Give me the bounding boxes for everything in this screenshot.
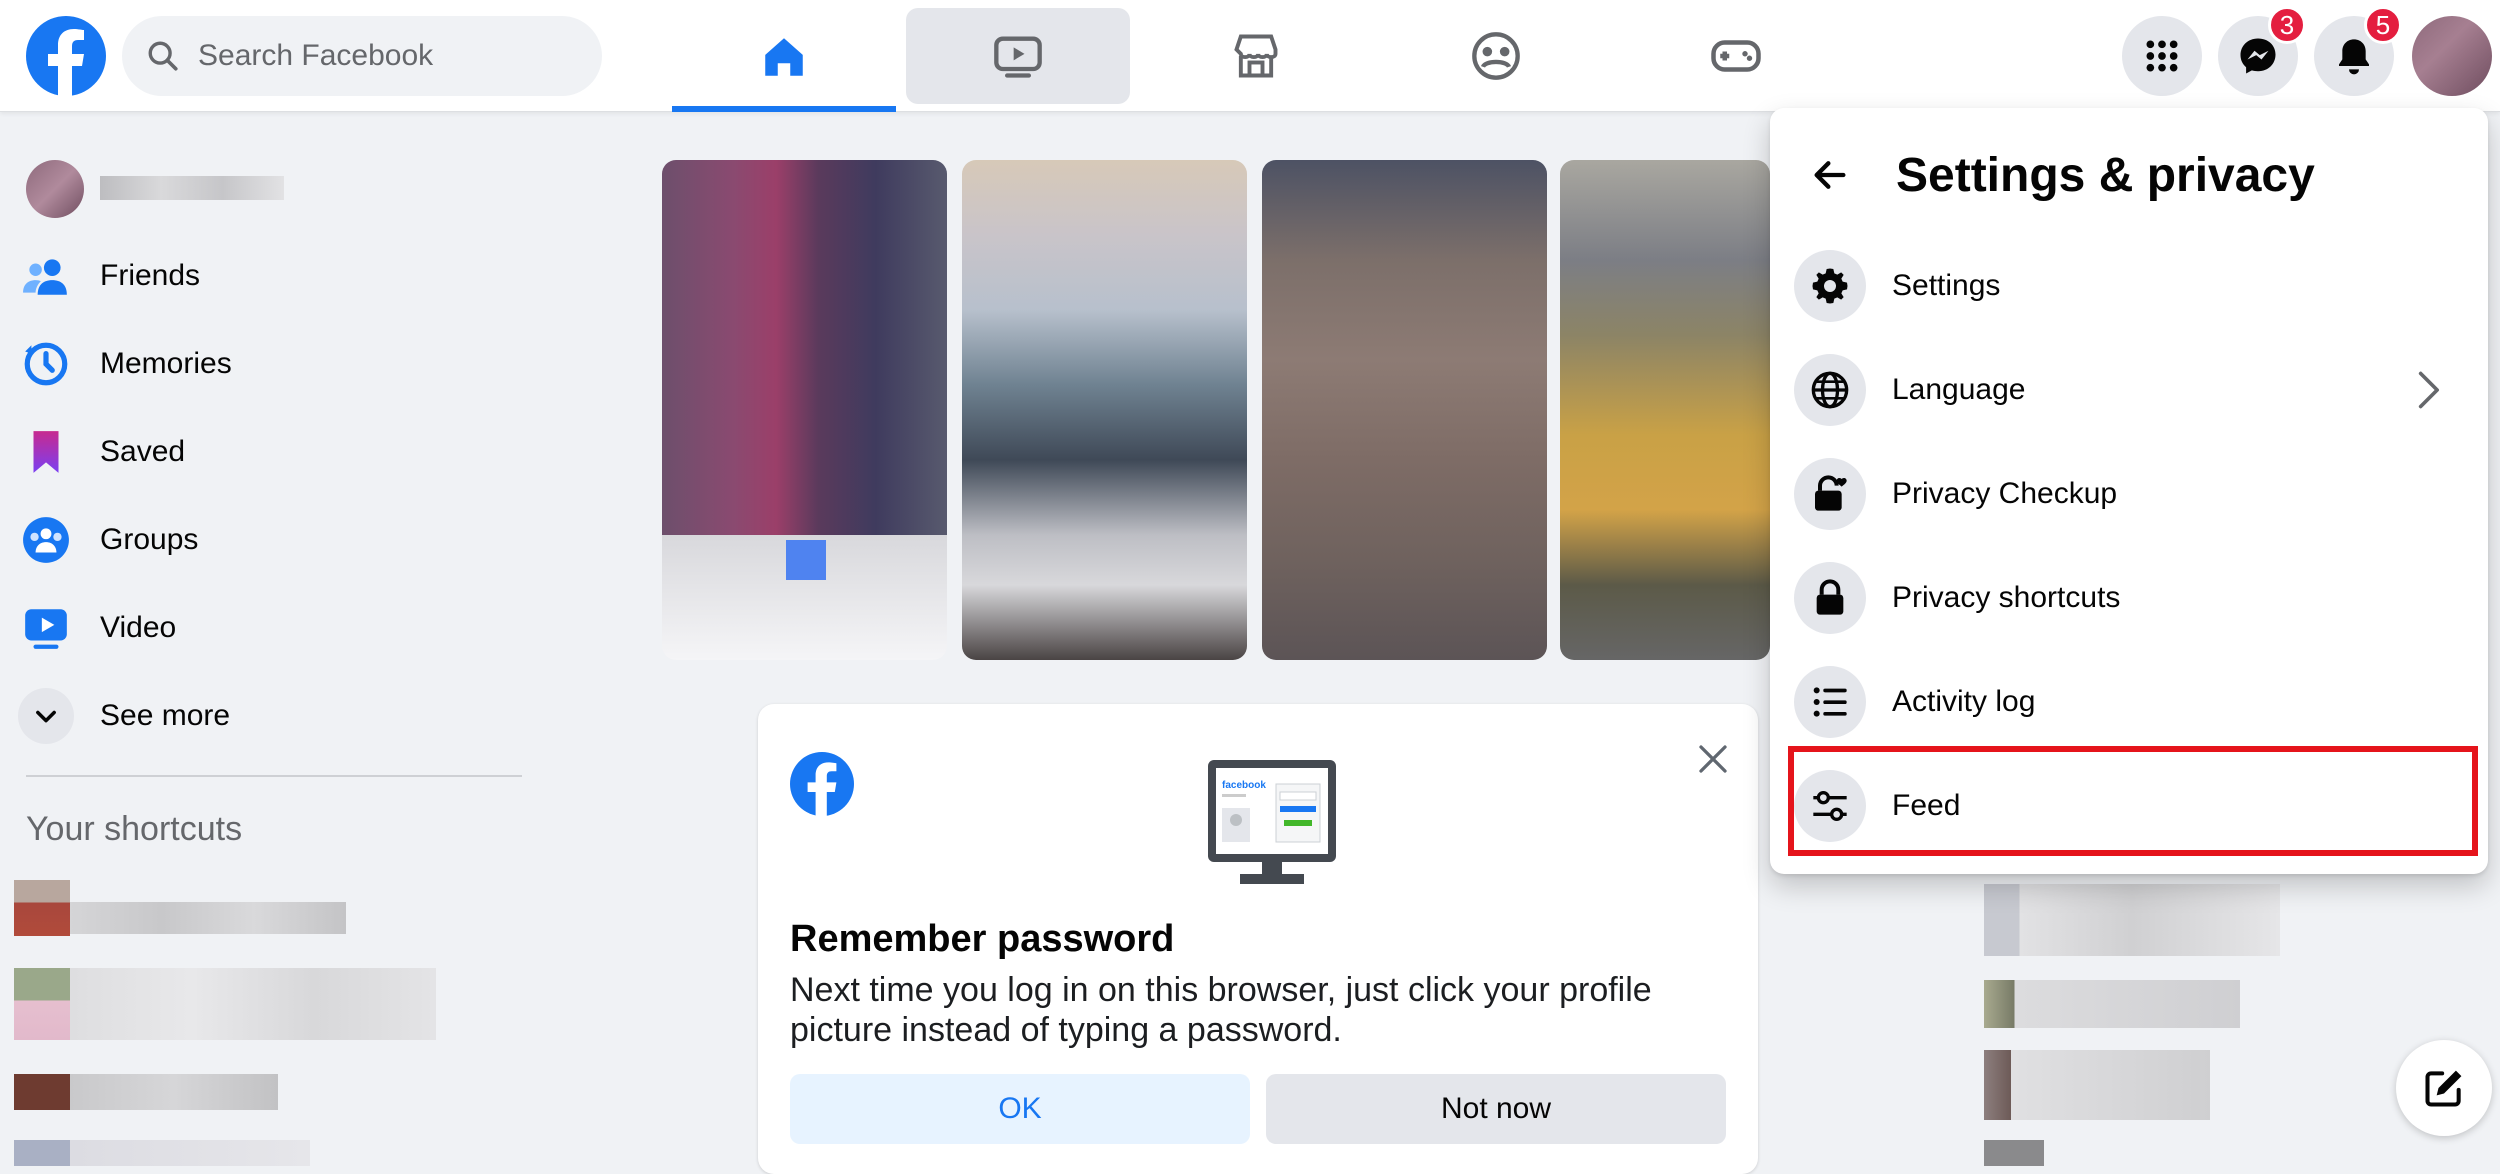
menu-item-activity-log[interactable]: Activity log	[1786, 654, 2472, 750]
story-card[interactable]	[662, 160, 947, 660]
search-placeholder: Search Facebook	[198, 39, 434, 72]
illustration-logo-text: facebook	[1222, 780, 1266, 791]
tab-watch[interactable]	[906, 8, 1130, 104]
sidebar-item-friends[interactable]: Friends	[16, 236, 536, 316]
menu-header: Settings & privacy	[1802, 140, 2315, 210]
new-message-button[interactable]	[2396, 1040, 2492, 1136]
list-icon	[1794, 666, 1866, 738]
sidebar-item-label: Memories	[100, 347, 232, 380]
shortcut-item[interactable]	[14, 1074, 70, 1110]
chevron-down-icon	[18, 688, 74, 744]
lock-icon	[1794, 562, 1866, 634]
card-description: Next time you log in on this browser, ju…	[790, 971, 1652, 1049]
search-input[interactable]: Search Facebook	[122, 16, 602, 96]
story-card[interactable]	[1262, 160, 1547, 660]
video-icon	[16, 598, 76, 658]
browser-illustration: facebook	[1206, 758, 1338, 888]
close-icon[interactable]	[1688, 734, 1738, 784]
tab-marketplace[interactable]	[1144, 8, 1368, 104]
menu-button[interactable]	[2122, 16, 2202, 96]
sidebar-item-memories[interactable]: Memories	[16, 324, 536, 404]
notifications-badge: 5	[2364, 6, 2402, 44]
sidebar-item-label: See more	[100, 699, 231, 732]
apps-grid-icon	[2146, 40, 2178, 72]
sidebar-item-groups[interactable]: Groups	[16, 500, 536, 580]
messenger-button[interactable]: 3	[2218, 6, 2306, 96]
shortcut-item[interactable]	[14, 968, 70, 1040]
feed-highlight-annotation	[1788, 746, 2478, 856]
not-now-button[interactable]: Not now	[1266, 1074, 1726, 1144]
home-icon	[765, 38, 803, 76]
shortcuts-heading: Your shortcuts	[26, 810, 243, 848]
messenger-badge: 3	[2268, 6, 2306, 44]
back-arrow-icon[interactable]	[1802, 147, 1858, 203]
sidebar-item-label: Saved	[100, 435, 186, 468]
saved-icon	[16, 422, 76, 482]
marketplace-icon	[1234, 34, 1278, 78]
menu-item-label: Privacy Checkup	[1892, 477, 2118, 510]
groups-icon	[1472, 32, 1520, 80]
memories-icon	[16, 334, 76, 394]
ok-button[interactable]: OK	[790, 1074, 1250, 1144]
shortcut-label-blurred	[70, 1140, 310, 1166]
menu-item-label: Settings	[1892, 269, 2001, 302]
facebook-logo	[790, 752, 854, 816]
menu-item-language[interactable]: Language	[1786, 342, 2472, 438]
shortcut-item[interactable]	[14, 1140, 70, 1166]
contact-item-blurred[interactable]	[1984, 884, 2280, 956]
contact-item-blurred[interactable]	[1984, 1050, 2210, 1120]
bell-icon	[2339, 39, 2369, 75]
lock-heart-icon	[1794, 458, 1866, 530]
profile-name-blurred[interactable]	[100, 176, 284, 200]
sidebar-item-saved[interactable]: Saved	[16, 412, 536, 492]
search-icon	[148, 41, 178, 71]
story-card[interactable]	[962, 160, 1247, 660]
shortcut-label-blurred	[70, 902, 346, 934]
chevron-right-icon	[2406, 368, 2450, 420]
gamepad-icon	[1711, 40, 1761, 72]
gear-icon	[1794, 250, 1866, 322]
tab-groups[interactable]	[1384, 8, 1608, 104]
messenger-icon	[2240, 38, 2276, 74]
notifications-button[interactable]: 5	[2314, 6, 2402, 96]
groups-icon	[16, 510, 76, 570]
tab-home[interactable]	[672, 8, 896, 112]
story-card[interactable]	[1560, 160, 1770, 660]
compose-icon	[2425, 1070, 2462, 1107]
account-avatar[interactable]	[2412, 16, 2492, 96]
sidebar-divider	[26, 775, 522, 777]
menu-item-label: Privacy shortcuts	[1892, 581, 2121, 614]
sidebar-item-video[interactable]: Video	[16, 588, 536, 668]
sidebar-item-label: Video	[100, 611, 177, 644]
card-title: Remember password	[790, 918, 1175, 960]
menu-item-label: Activity log	[1892, 685, 2036, 718]
contact-item-blurred[interactable]	[1984, 980, 2240, 1028]
shortcut-label-blurred	[70, 968, 436, 1040]
facebook-logo[interactable]	[26, 16, 106, 96]
menu-title: Settings & privacy	[1896, 148, 2315, 202]
friends-icon	[16, 246, 76, 306]
menu-item-privacy-shortcuts[interactable]: Privacy shortcuts	[1786, 550, 2472, 646]
profile-avatar[interactable]	[26, 160, 84, 218]
shortcut-item[interactable]	[14, 880, 70, 936]
menu-item-settings[interactable]: Settings	[1786, 238, 2472, 334]
globe-icon	[1794, 354, 1866, 426]
top-navigation-bar: Search Facebook 3 5	[0, 0, 2500, 112]
shortcut-label-blurred	[70, 1074, 278, 1110]
remember-password-card: facebook Remember password Next time you…	[758, 704, 1758, 1174]
sidebar-item-label: Groups	[100, 523, 199, 556]
contact-item-blurred[interactable]	[1984, 1140, 2044, 1166]
sidebar-item-see-more[interactable]: See more	[16, 676, 536, 756]
menu-item-privacy-checkup[interactable]: Privacy Checkup	[1786, 446, 2472, 542]
tab-gaming[interactable]	[1624, 8, 1848, 104]
sidebar-item-label: Friends	[100, 259, 201, 292]
menu-item-label: Language	[1892, 373, 2026, 406]
video-icon	[994, 36, 1042, 78]
